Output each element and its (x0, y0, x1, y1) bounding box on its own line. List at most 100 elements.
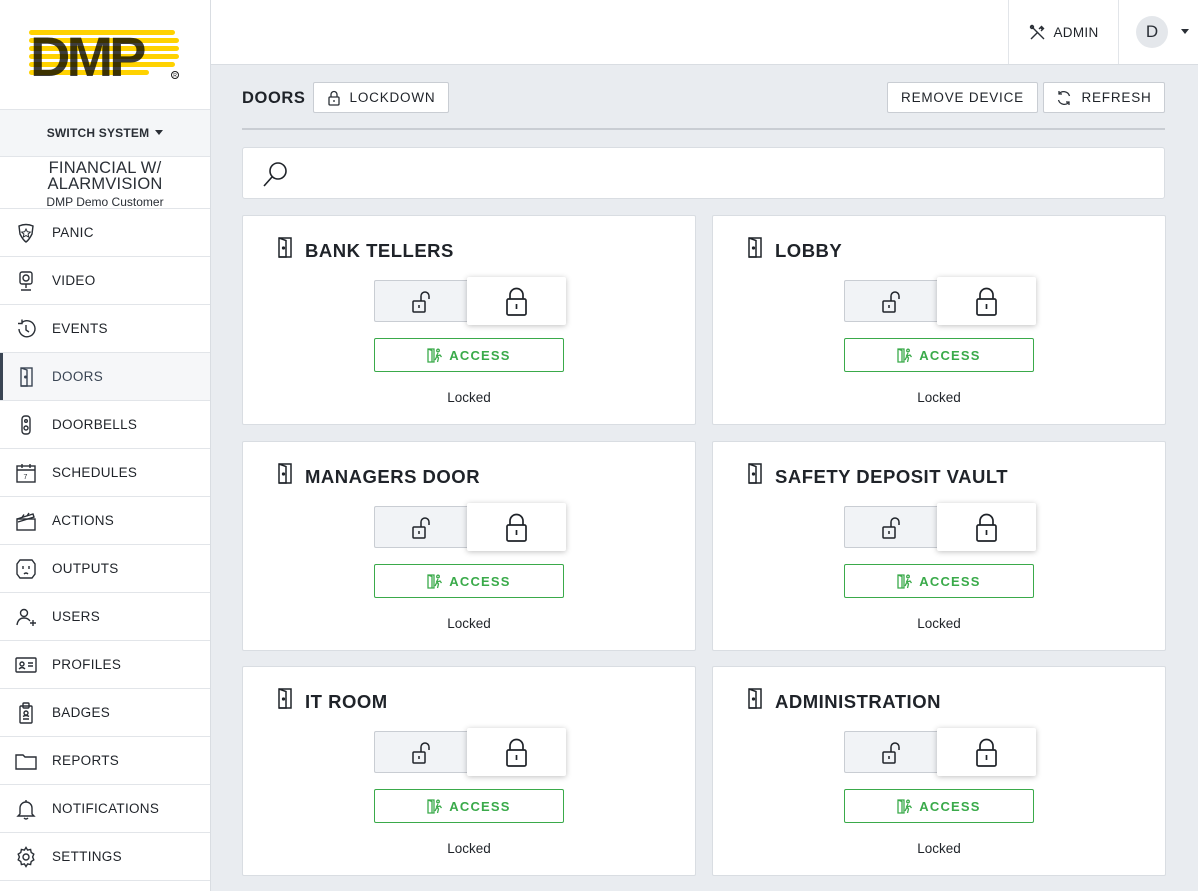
door-status: Locked (917, 390, 961, 405)
door-status: Locked (917, 616, 961, 631)
search-input[interactable] (298, 158, 1148, 188)
sidebar-item-events[interactable]: EVENTS (0, 305, 210, 353)
locked-icon (506, 738, 527, 767)
locked-icon (976, 287, 997, 316)
sidebar-item-label: VIDEO (52, 273, 96, 288)
unlock-button[interactable] (844, 731, 941, 773)
sidebar-item-label: USERS (52, 609, 101, 624)
sidebar-item-badges[interactable]: BADGES (0, 689, 210, 737)
unlocked-icon (882, 742, 900, 764)
sidebar-item-label: PROFILES (52, 657, 122, 672)
locked-icon (976, 513, 997, 542)
unlock-button[interactable] (844, 506, 941, 548)
lockdown-button[interactable]: LOCKDOWN (313, 82, 449, 113)
door-icon (278, 237, 292, 258)
sidebar-item-video[interactable]: VIDEO (0, 257, 210, 305)
lock-button[interactable] (937, 503, 1036, 551)
access-button[interactable]: ACCESS (844, 338, 1034, 372)
unlock-button[interactable] (374, 731, 471, 773)
lockdown-label: LOCKDOWN (349, 90, 436, 105)
sidebar-item-schedules[interactable]: 7 SCHEDULES (0, 449, 210, 497)
door-name: ADMINISTRATION (775, 691, 941, 712)
lock-button[interactable] (467, 277, 566, 325)
svg-text:7: 7 (24, 474, 28, 481)
folder-icon (15, 754, 37, 770)
access-label: ACCESS (449, 573, 511, 589)
sidebar-item-actions[interactable]: ACTIONS (0, 497, 210, 545)
door-status: Locked (447, 390, 491, 405)
door-card: SAFETY DEPOSIT VAULT ACCESS Locked (712, 441, 1166, 651)
door-status: Locked (447, 616, 491, 631)
sidebar-item-reports[interactable]: REPORTS (0, 737, 210, 785)
sidebar-item-label: DOORBELLS (52, 417, 138, 432)
calendar-icon: 7 (16, 464, 36, 483)
door-name: BANK TELLERS (305, 240, 454, 261)
sidebar-item-settings[interactable]: SETTINGS (0, 833, 210, 881)
sidebar-item-users[interactable]: USERS (0, 593, 210, 641)
caret-down-icon (155, 129, 164, 135)
access-label: ACCESS (919, 573, 981, 589)
search-bar (242, 147, 1165, 199)
badge-clip-icon (19, 702, 33, 724)
sidebar-item-notifications[interactable]: NOTIFICATIONS (0, 785, 210, 833)
door-access-icon (897, 798, 913, 814)
outlet-icon (16, 559, 36, 579)
door-access-icon (427, 573, 443, 589)
access-label: ACCESS (919, 798, 981, 814)
door-status: Locked (447, 841, 491, 856)
lock-button[interactable] (937, 728, 1036, 776)
door-name: MANAGERS DOOR (305, 466, 481, 487)
door-card: MANAGERS DOOR ACCESS Locked (242, 441, 696, 651)
caret-down-icon (1181, 29, 1189, 34)
unlock-button[interactable] (844, 280, 941, 322)
unlock-button[interactable] (374, 506, 471, 548)
sidebar-item-outputs[interactable]: OUTPUTS (0, 545, 210, 593)
lock-button[interactable] (467, 503, 566, 551)
switch-system-button[interactable]: SWITCH SYSTEM (0, 110, 210, 157)
dmp-logo[interactable]: DMP R (29, 27, 181, 83)
unlocked-icon (412, 291, 430, 313)
admin-label: ADMIN (1053, 24, 1099, 40)
user-menu[interactable]: D (1118, 0, 1198, 64)
door-icon (20, 367, 33, 387)
sidebar-item-label: OUTPUTS (52, 561, 119, 576)
lock-button[interactable] (937, 277, 1036, 325)
access-button[interactable]: ACCESS (844, 789, 1034, 823)
customer-info: FINANCIAL W/ ALARMVISION DMP Demo Custom… (0, 157, 210, 209)
logo-area: DMP R (0, 0, 210, 110)
sidebar-item-label: PANIC (52, 225, 94, 240)
door-status: Locked (917, 841, 961, 856)
access-label: ACCESS (449, 798, 511, 814)
door-icon (748, 237, 762, 258)
unlocked-icon (882, 517, 900, 539)
page-title: DOORS (242, 89, 306, 107)
police-badge-icon (18, 223, 34, 243)
sidebar-item-label: SCHEDULES (52, 465, 138, 480)
admin-button[interactable]: ADMIN (1008, 0, 1118, 64)
tools-icon (1029, 24, 1044, 39)
sidebar-item-label: DOORS (52, 369, 104, 384)
door-access-icon (427, 347, 443, 363)
customer-name: FINANCIAL W/ ALARMVISION (47, 159, 163, 193)
sidebar-item-label: ACTIONS (52, 513, 115, 528)
header-divider (242, 128, 1165, 130)
refresh-label: REFRESH (1081, 90, 1152, 105)
sidebar-item-doorbells[interactable]: DOORBELLS (0, 401, 210, 449)
refresh-button[interactable]: REFRESH (1043, 82, 1165, 113)
unlock-button[interactable] (374, 280, 471, 322)
door-card: LOBBY ACCESS Locked (712, 215, 1166, 425)
door-name: IT ROOM (305, 691, 388, 712)
door-name: SAFETY DEPOSIT VAULT (775, 466, 1009, 487)
remove-device-button[interactable]: REMOVE DEVICE (887, 82, 1038, 113)
sidebar-item-profiles[interactable]: PROFILES (0, 641, 210, 689)
access-button[interactable]: ACCESS (374, 789, 564, 823)
access-button[interactable]: ACCESS (374, 564, 564, 598)
access-button[interactable]: ACCESS (844, 564, 1034, 598)
sidebar-item-panic[interactable]: PANIC (0, 209, 210, 257)
svg-text:R: R (173, 73, 177, 79)
sidebar-item-doors[interactable]: DOORS (0, 353, 210, 401)
lock-button[interactable] (467, 728, 566, 776)
history-icon (18, 319, 36, 338)
locked-icon (506, 513, 527, 542)
access-button[interactable]: ACCESS (374, 338, 564, 372)
